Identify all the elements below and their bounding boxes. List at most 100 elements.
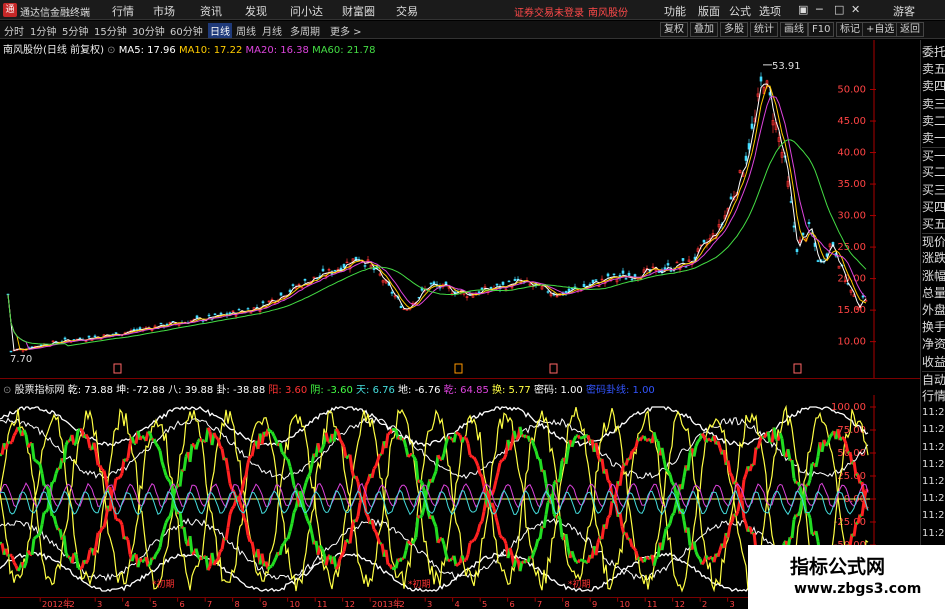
add-favorite-button[interactable]: +自选	[862, 22, 899, 37]
trend-segment	[35, 459, 39, 464]
trend-segment	[242, 474, 248, 481]
draw-line-button[interactable]: 画线	[780, 22, 808, 37]
trend-segment-mirror	[117, 518, 121, 522]
trend-segment-mirror	[570, 439, 576, 448]
menu-item-discover[interactable]: 发现	[245, 3, 267, 19]
trend-segment	[583, 559, 587, 564]
trend-segment	[270, 431, 276, 437]
trend-segment-mirror	[384, 549, 390, 565]
menu-item-layout[interactable]: 版面	[698, 3, 720, 19]
overlay-button[interactable]: 叠加	[690, 22, 718, 37]
stats-button[interactable]: 统计	[750, 22, 778, 37]
trend-segment	[126, 443, 132, 459]
guest-label[interactable]: 游客	[893, 3, 915, 19]
panel-divider[interactable]	[0, 378, 920, 379]
trend-segment-mirror	[38, 524, 44, 535]
candle-body	[279, 292, 283, 296]
event-marker	[454, 363, 463, 374]
menu-item-function[interactable]: 功能	[664, 3, 686, 19]
menu-item-news[interactable]: 资讯	[200, 3, 222, 19]
trend-segment	[164, 474, 170, 481]
trend-segment	[742, 473, 748, 481]
settings-icon[interactable]: ⊙	[107, 45, 115, 56]
indicator-chart[interactable]: 100.0075.0050.0025.000.00-25.00-50.00-75…	[0, 395, 876, 597]
menu-item-options[interactable]: 选项	[759, 3, 781, 19]
trend-segment-mirror	[74, 429, 80, 445]
trend-segment	[632, 446, 638, 451]
close-icon[interactable]: ✕	[851, 3, 860, 16]
period-tab-weekly[interactable]: 周线	[236, 23, 256, 38]
trend-segment-mirror	[98, 464, 104, 471]
menu-item-ask[interactable]: 问小达	[290, 3, 323, 19]
trend-segment	[345, 538, 349, 543]
menu-item-wealth[interactable]: 财富圈	[342, 3, 375, 19]
maximize-icon[interactable]: □	[834, 3, 844, 16]
trend-segment-mirror	[532, 546, 538, 553]
trend-segment	[696, 555, 702, 560]
candle-body	[429, 282, 433, 285]
period-tab-daily[interactable]: 日线	[208, 23, 232, 38]
menu-item-trade[interactable]: 交易	[396, 3, 418, 19]
trend-segment-mirror	[534, 538, 540, 548]
login-warning[interactable]: 证券交易未登录	[514, 4, 584, 19]
multi-stock-button[interactable]: 多股	[720, 22, 748, 37]
f10-button[interactable]: F10	[808, 22, 835, 37]
trend-segment-mirror	[318, 448, 324, 454]
trend-segment-mirror	[642, 556, 648, 563]
time-axis-label: 7	[207, 599, 212, 609]
ma5-line	[7, 83, 867, 352]
trend-segment	[455, 563, 459, 568]
candle-body	[612, 273, 616, 276]
trend-segment	[370, 468, 376, 479]
adjust-button[interactable]: 复权	[660, 22, 688, 37]
period-tab-monthly[interactable]: 月线	[262, 23, 282, 38]
trend-segment-mirror	[472, 456, 478, 462]
trend-segment	[290, 474, 296, 486]
trend-segment	[652, 431, 658, 441]
period-tab-5min[interactable]: 5分钟	[62, 23, 88, 38]
period-tab-30min[interactable]: 30分钟	[132, 23, 165, 38]
trend-segment-mirror	[164, 517, 170, 524]
period-tab-15min[interactable]: 15分钟	[94, 23, 127, 38]
period-tab-more[interactable]: 更多 >	[330, 23, 362, 38]
candle-body	[159, 322, 163, 325]
minimize-icon[interactable]: ─	[816, 3, 823, 16]
trend-segment-mirror	[538, 526, 544, 540]
trend-segment-mirror	[22, 562, 28, 569]
period-tab-60min[interactable]: 60分钟	[170, 23, 203, 38]
trend-segment	[94, 532, 100, 547]
trend-segment	[398, 435, 404, 441]
price-chart[interactable]: 50.0045.0040.0035.0030.0025.0020.0015.00…	[0, 40, 876, 378]
mark-button[interactable]: 标记	[836, 22, 864, 37]
top-stock-name[interactable]: 南风股份	[588, 4, 628, 19]
back-button[interactable]: 返回	[896, 22, 924, 37]
trend-segment-mirror	[320, 443, 326, 450]
period-tab-multi[interactable]: 多周期	[290, 23, 320, 38]
trend-segment-mirror	[212, 432, 218, 439]
candle-body	[495, 283, 499, 286]
tick-time-label: 11:29	[922, 527, 945, 539]
ma60-label: MA60: 21.78	[312, 45, 376, 56]
menu-item-markets[interactable]: 市场	[153, 3, 175, 19]
period-tab-1min[interactable]: 1分钟	[30, 23, 56, 38]
trend-segment	[478, 520, 484, 526]
menu-item-formula[interactable]: 公式	[729, 3, 751, 19]
menu-item-market[interactable]: 行情	[112, 3, 134, 19]
trend-segment-mirror	[398, 557, 404, 563]
quote-field-label: 现价	[922, 233, 945, 250]
trend-segment-mirror	[464, 437, 470, 444]
candle-body	[591, 279, 595, 284]
trend-segment	[162, 467, 168, 476]
skin-icon[interactable]: ▣	[798, 3, 808, 16]
trend-segment-mirror	[618, 512, 624, 527]
trend-segment-mirror	[738, 497, 744, 502]
trend-segment-mirror	[154, 550, 160, 556]
trend-segment-mirror	[206, 427, 212, 433]
time-axis-label: 2	[400, 599, 405, 609]
trend-segment-mirror	[30, 538, 36, 556]
quote-field-label: 涨幅	[922, 268, 945, 283]
trend-segment	[670, 481, 676, 486]
period-tab-intraday[interactable]: 分时	[4, 23, 24, 38]
trend-segment	[40, 473, 46, 486]
trend-segment-mirror	[442, 443, 448, 455]
